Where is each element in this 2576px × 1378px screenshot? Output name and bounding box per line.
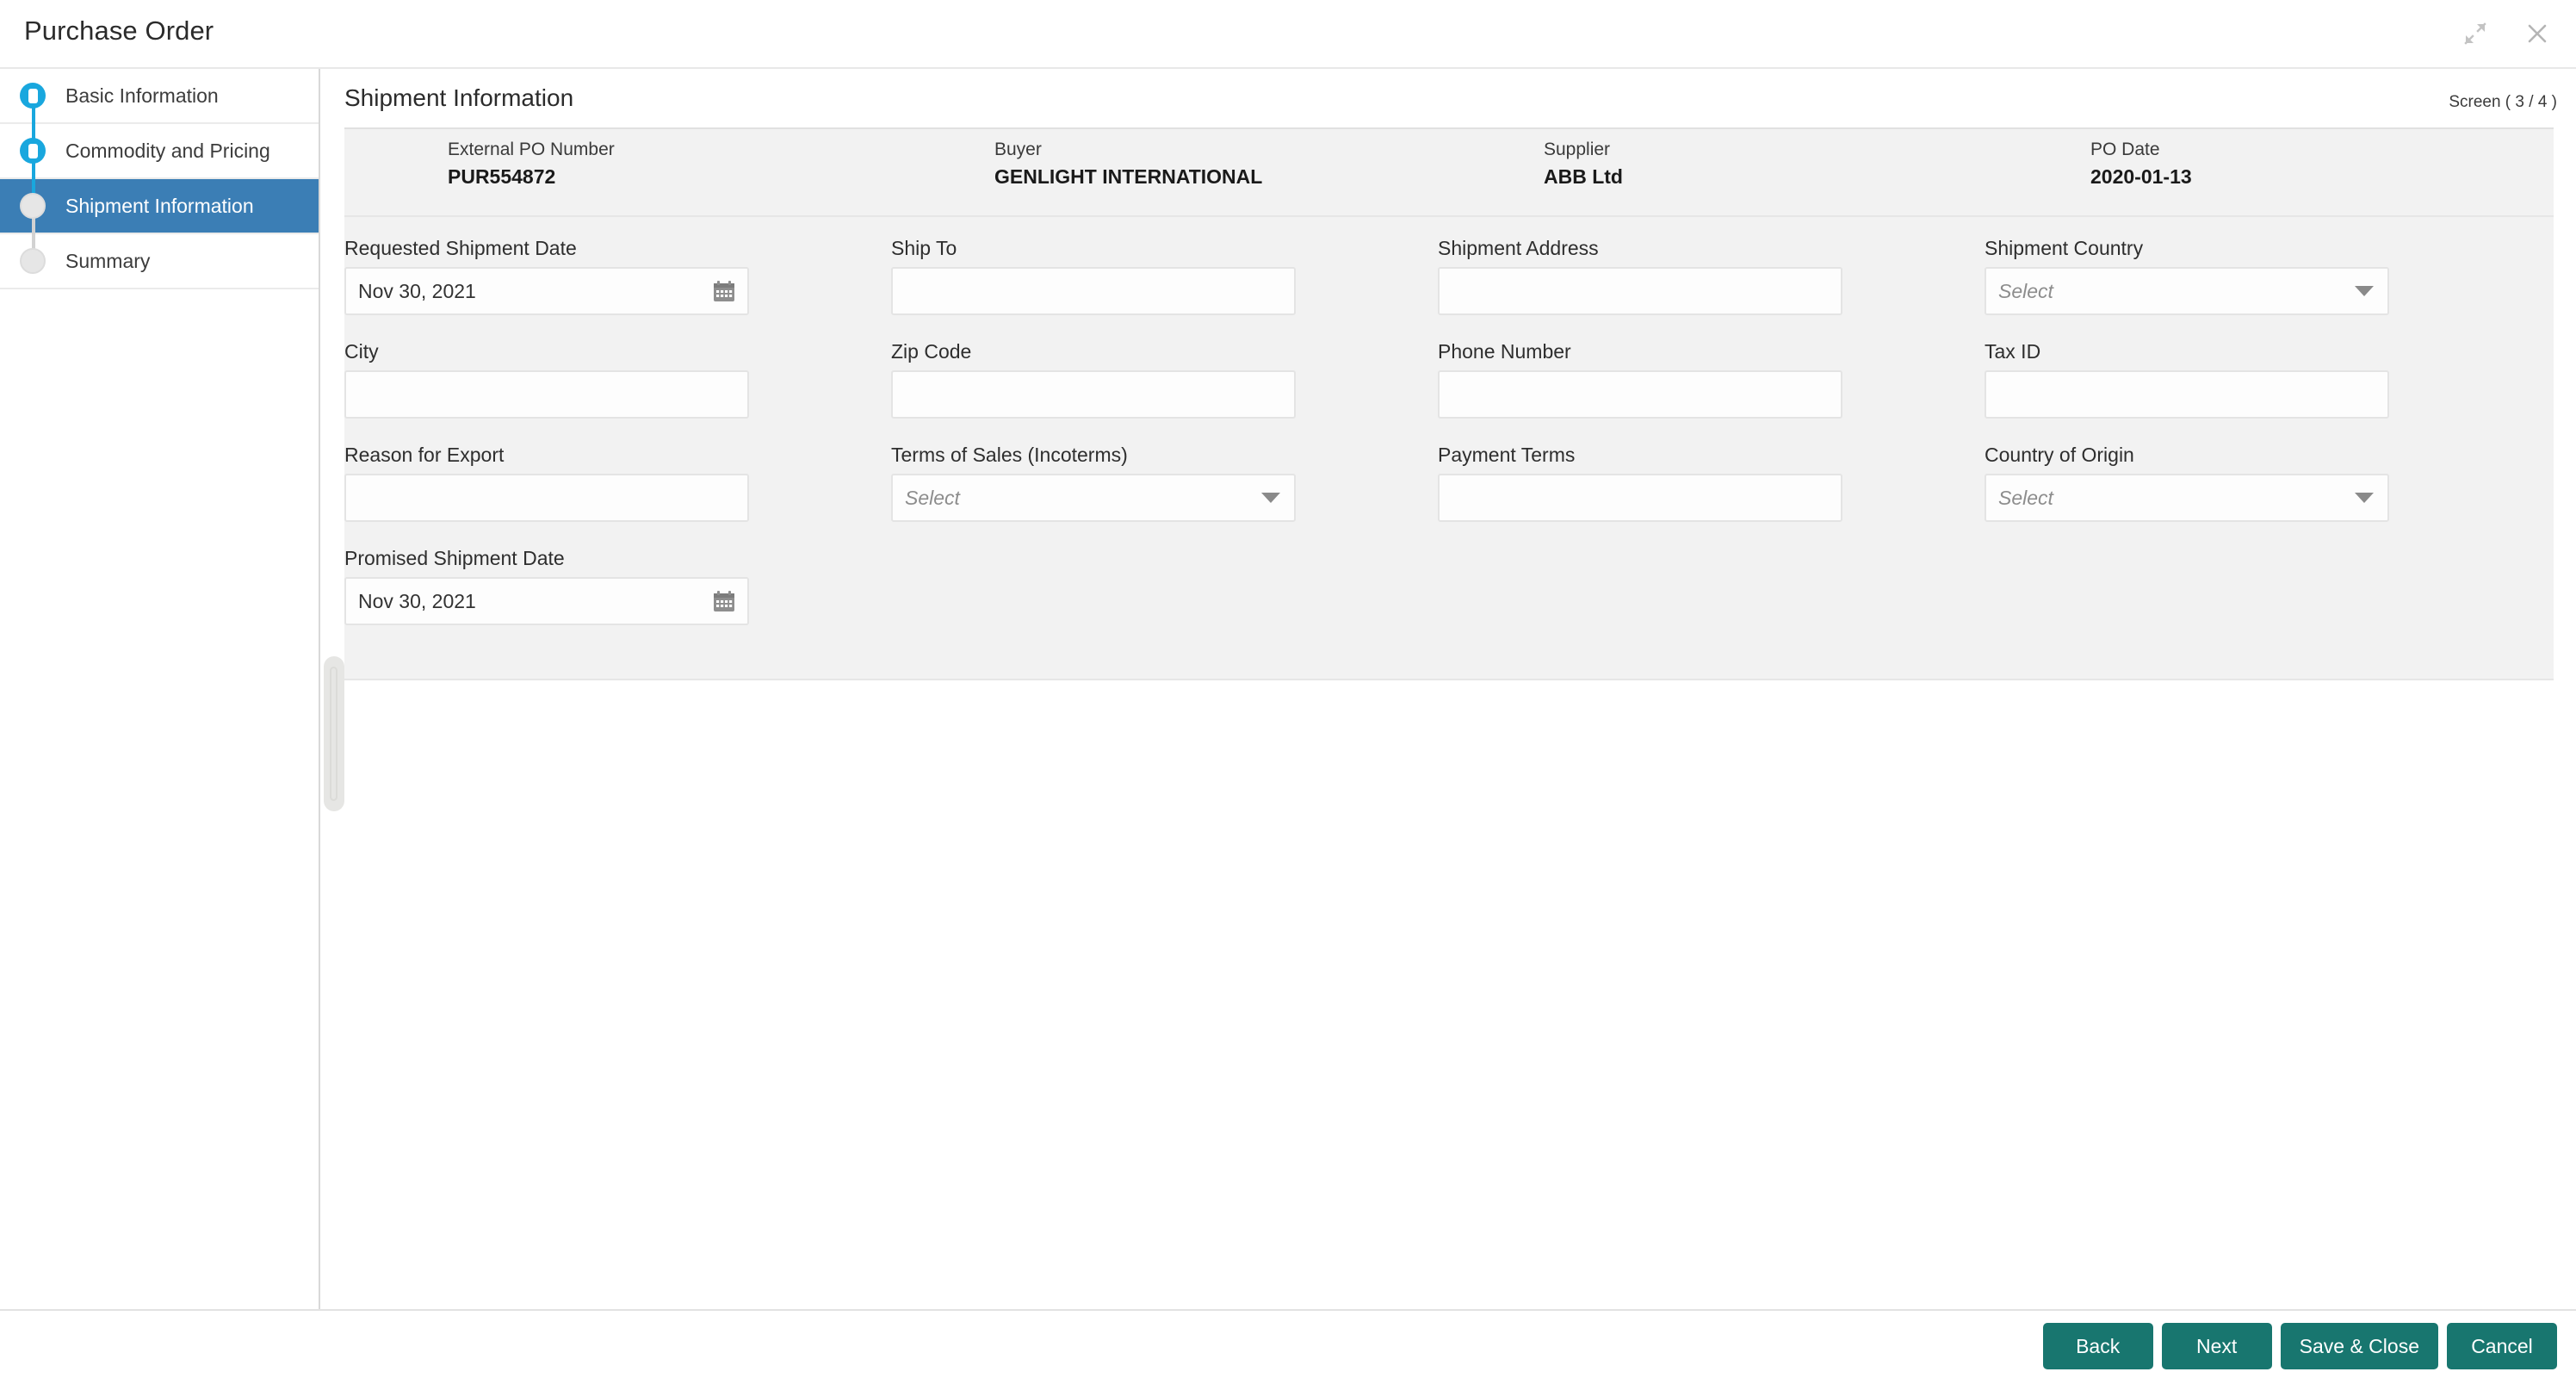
field-zip-code: Zip Code — [891, 341, 1296, 419]
window-controls — [2455, 14, 2557, 53]
requested-shipment-date-input[interactable]: Nov 30, 2021 — [344, 267, 749, 315]
summary-item-external-po-number: External PO Number PUR554872 — [448, 140, 615, 189]
field-label: Tax ID — [1985, 341, 2389, 363]
field-label: Reason for Export — [344, 444, 749, 466]
window-titlebar: Purchase Order — [0, 0, 2576, 69]
reason-for-export-input[interactable] — [344, 474, 749, 522]
shipment-address-input[interactable] — [1438, 267, 1842, 315]
summary-value: GENLIGHT INTERNATIONAL — [994, 165, 1262, 189]
field-payment-terms: Payment Terms — [1438, 444, 1842, 522]
field-shipment-address: Shipment Address — [1438, 238, 1842, 315]
scrollbar-thumb[interactable] — [330, 667, 337, 801]
field-placeholder: Select — [1986, 280, 2053, 303]
step-complete-icon — [20, 138, 46, 164]
summary-item-buyer: Buyer GENLIGHT INTERNATIONAL — [994, 140, 1262, 189]
shipment-country-select[interactable]: Select — [1985, 267, 2389, 315]
field-placeholder: Select — [1986, 487, 2053, 510]
sidebar-item-basic-information[interactable]: Basic Information — [0, 69, 319, 124]
chevron-down-icon[interactable] — [1261, 493, 1280, 503]
field-label: Shipment Address — [1438, 238, 1842, 259]
field-reason-for-export: Reason for Export — [344, 444, 749, 522]
summary-value: 2020-01-13 — [2090, 165, 2192, 189]
calendar-icon[interactable] — [713, 590, 735, 612]
po-summary-strip: External PO Number PUR554872 Buyer GENLI… — [344, 127, 2554, 217]
wizard-sidebar: Basic Information Commodity and Pricing … — [0, 69, 320, 1309]
calendar-icon[interactable] — [713, 280, 735, 302]
close-icon[interactable] — [2517, 14, 2557, 53]
save-and-close-button[interactable]: Save & Close — [2281, 1323, 2438, 1369]
footer-button-group: Back Next Save & Close Cancel — [2043, 1323, 2557, 1369]
summary-value: ABB Ltd — [1544, 165, 1623, 189]
field-promised-shipment-date: Promised Shipment Date Nov 30, 2021 — [344, 548, 749, 625]
field-label: Shipment Country — [1985, 238, 2389, 259]
field-label: Promised Shipment Date — [344, 548, 749, 569]
summary-label: PO Date — [2090, 140, 2192, 160]
field-placeholder: Select — [893, 487, 960, 510]
sidebar-item-label: Shipment Information — [65, 195, 254, 218]
ship-to-input[interactable] — [891, 267, 1296, 315]
field-shipment-country: Shipment Country Select — [1985, 238, 2389, 315]
next-button[interactable]: Next — [2162, 1323, 2272, 1369]
main-content: Shipment Information Screen ( 3 / 4 ) Ex… — [322, 69, 2576, 1309]
field-label: Phone Number — [1438, 341, 1842, 363]
field-label: Payment Terms — [1438, 444, 1842, 466]
field-value: Nov 30, 2021 — [346, 280, 476, 303]
sidebar-item-label: Basic Information — [65, 84, 219, 108]
summary-item-po-date: PO Date 2020-01-13 — [2090, 140, 2192, 189]
summary-label: Supplier — [1544, 140, 1623, 160]
promised-shipment-date-input[interactable]: Nov 30, 2021 — [344, 577, 749, 625]
shipment-information-form: Requested Shipment Date Nov 30, 2021 — [344, 217, 2554, 680]
payment-terms-input[interactable] — [1438, 474, 1842, 522]
summary-label: Buyer — [994, 140, 1262, 160]
field-terms-of-sales: Terms of Sales (Incoterms) Select — [891, 444, 1296, 522]
step-marker-basic-information — [0, 69, 65, 122]
section-header: Shipment Information Screen ( 3 / 4 ) — [322, 69, 2576, 127]
chevron-down-icon[interactable] — [2355, 493, 2374, 503]
field-requested-shipment-date: Requested Shipment Date Nov 30, 2021 — [344, 238, 749, 315]
field-label: Ship To — [891, 238, 1296, 259]
sidebar-item-shipment-information[interactable]: Shipment Information — [0, 179, 319, 234]
field-ship-to: Ship To — [891, 238, 1296, 315]
summary-value: PUR554872 — [448, 165, 615, 189]
step-marker-commodity-and-pricing — [0, 124, 65, 177]
summary-label: External PO Number — [448, 140, 615, 160]
field-country-of-origin: Country of Origin Select — [1985, 444, 2389, 522]
field-label: Requested Shipment Date — [344, 238, 749, 259]
summary-item-supplier: Supplier ABB Ltd — [1544, 140, 1623, 189]
screen-counter: Screen ( 3 / 4 ) — [2449, 93, 2557, 112]
chevron-down-icon[interactable] — [2355, 286, 2374, 296]
field-tax-id: Tax ID — [1985, 341, 2389, 419]
field-phone-number: Phone Number — [1438, 341, 1842, 419]
field-label: Zip Code — [891, 341, 1296, 363]
collapse-arrows-icon[interactable] — [2455, 14, 2495, 53]
country-of-origin-select[interactable]: Select — [1985, 474, 2389, 522]
step-marker-summary — [0, 234, 65, 288]
step-current-icon — [20, 193, 46, 219]
step-complete-icon — [20, 83, 46, 109]
phone-number-input[interactable] — [1438, 370, 1842, 419]
back-button[interactable]: Back — [2043, 1323, 2153, 1369]
window-title: Purchase Order — [24, 16, 214, 47]
sidebar-item-summary[interactable]: Summary — [0, 234, 319, 289]
field-label: Terms of Sales (Incoterms) — [891, 444, 1296, 466]
step-marker-shipment-information — [0, 179, 65, 233]
sidebar-item-commodity-and-pricing[interactable]: Commodity and Pricing — [0, 124, 319, 179]
city-input[interactable] — [344, 370, 749, 419]
purchase-order-window: Purchase Order — [0, 0, 2576, 1378]
tax-id-input[interactable] — [1985, 370, 2389, 419]
step-pending-icon — [20, 248, 46, 274]
sidebar-item-label: Commodity and Pricing — [65, 140, 270, 163]
footer-bar: Back Next Save & Close Cancel — [0, 1309, 2576, 1378]
terms-of-sales-select[interactable]: Select — [891, 474, 1296, 522]
page-title: Shipment Information — [344, 84, 573, 112]
field-city: City — [344, 341, 749, 419]
cancel-button[interactable]: Cancel — [2447, 1323, 2557, 1369]
sidebar-item-label: Summary — [65, 250, 150, 273]
zip-code-input[interactable] — [891, 370, 1296, 419]
field-label: City — [344, 341, 749, 363]
content-scrollbar[interactable] — [324, 656, 344, 811]
field-label: Country of Origin — [1985, 444, 2389, 466]
field-value: Nov 30, 2021 — [346, 590, 476, 613]
